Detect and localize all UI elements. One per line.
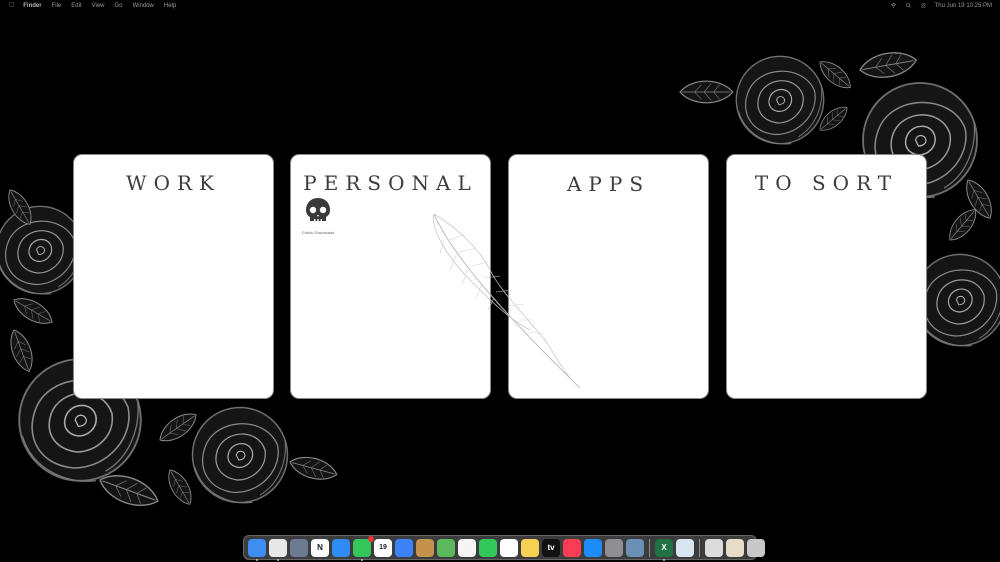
dock-apps-recent: X: [655, 538, 694, 561]
mail-icon[interactable]: [395, 538, 413, 557]
card-to-sort: TO SORT: [726, 154, 927, 399]
card-title: PERSONAL: [303, 171, 478, 195]
menu-help[interactable]: Help: [164, 3, 176, 9]
menu-go[interactable]: Go: [115, 3, 123, 9]
facetime-icon[interactable]: [479, 538, 497, 557]
maps-icon[interactable]: [437, 538, 455, 557]
dock: N 19 tv X: [243, 535, 765, 561]
menu-finder[interactable]: Finder: [23, 3, 41, 9]
skull-icon: [306, 198, 330, 221]
desktop-folder-gothic[interactable]: Gothic Downloads: [292, 196, 344, 235]
music-icon[interactable]: [563, 538, 581, 557]
excel-icon[interactable]: X: [655, 538, 673, 561]
search-icon[interactable]: [905, 3, 912, 8]
menu-file[interactable]: File: [52, 3, 62, 9]
apple-logo-icon[interactable]: : [9, 2, 14, 9]
menu-edit[interactable]: Edit: [71, 3, 81, 9]
menu-bar:  Finder File Edit View Go Window Help T…: [0, 0, 1000, 11]
appstore-icon[interactable]: [584, 538, 602, 557]
card-work: WORK: [73, 154, 274, 399]
appletv-icon[interactable]: tv: [542, 538, 560, 557]
running-indicator: [277, 558, 279, 561]
dock-apps: N 19 tv: [248, 535, 644, 561]
desktop-icon-label: Gothic Downloads: [301, 230, 335, 235]
card-apps: APPS: [508, 154, 709, 399]
card-title: APPS: [566, 172, 651, 196]
safari-icon[interactable]: [332, 538, 350, 557]
menu-clock[interactable]: Thu Jun 19 10:25 PM: [935, 3, 992, 9]
photos-icon[interactable]: [458, 538, 476, 557]
running-indicator: [256, 558, 258, 561]
card-personal: PERSONAL: [290, 154, 491, 399]
calendar-icon[interactable]: 19: [374, 538, 392, 557]
wifi-icon[interactable]: [890, 3, 897, 8]
control-center-icon[interactable]: [920, 3, 927, 8]
settings-icon[interactable]: [605, 538, 623, 557]
screenshot-stack-icon[interactable]: [705, 538, 723, 557]
finder-icon[interactable]: [248, 538, 266, 561]
document-icon[interactable]: [676, 538, 694, 557]
notification-badge: [368, 535, 374, 542]
running-indicator: [361, 558, 363, 561]
notion-icon[interactable]: N: [311, 538, 329, 557]
running-indicator: [663, 558, 665, 561]
menu-window[interactable]: Window: [133, 3, 154, 9]
notes-icon[interactable]: [521, 538, 539, 557]
chrome-icon[interactable]: [269, 538, 287, 561]
card-title: TO SORT: [754, 171, 899, 195]
trash-icon[interactable]: [747, 538, 765, 557]
menu-view[interactable]: View: [92, 3, 105, 9]
downloads-stack-icon[interactable]: [726, 538, 744, 557]
launchpad-icon[interactable]: [290, 538, 308, 557]
notebook-icon[interactable]: [416, 538, 434, 557]
dock-separator: [699, 538, 700, 557]
reminders-icon[interactable]: [500, 538, 518, 557]
dock-separator: [649, 538, 650, 557]
dock-stacks: [705, 538, 765, 557]
preview-icon[interactable]: [626, 538, 644, 557]
card-title: WORK: [126, 171, 221, 195]
messages-icon[interactable]: [353, 535, 374, 561]
